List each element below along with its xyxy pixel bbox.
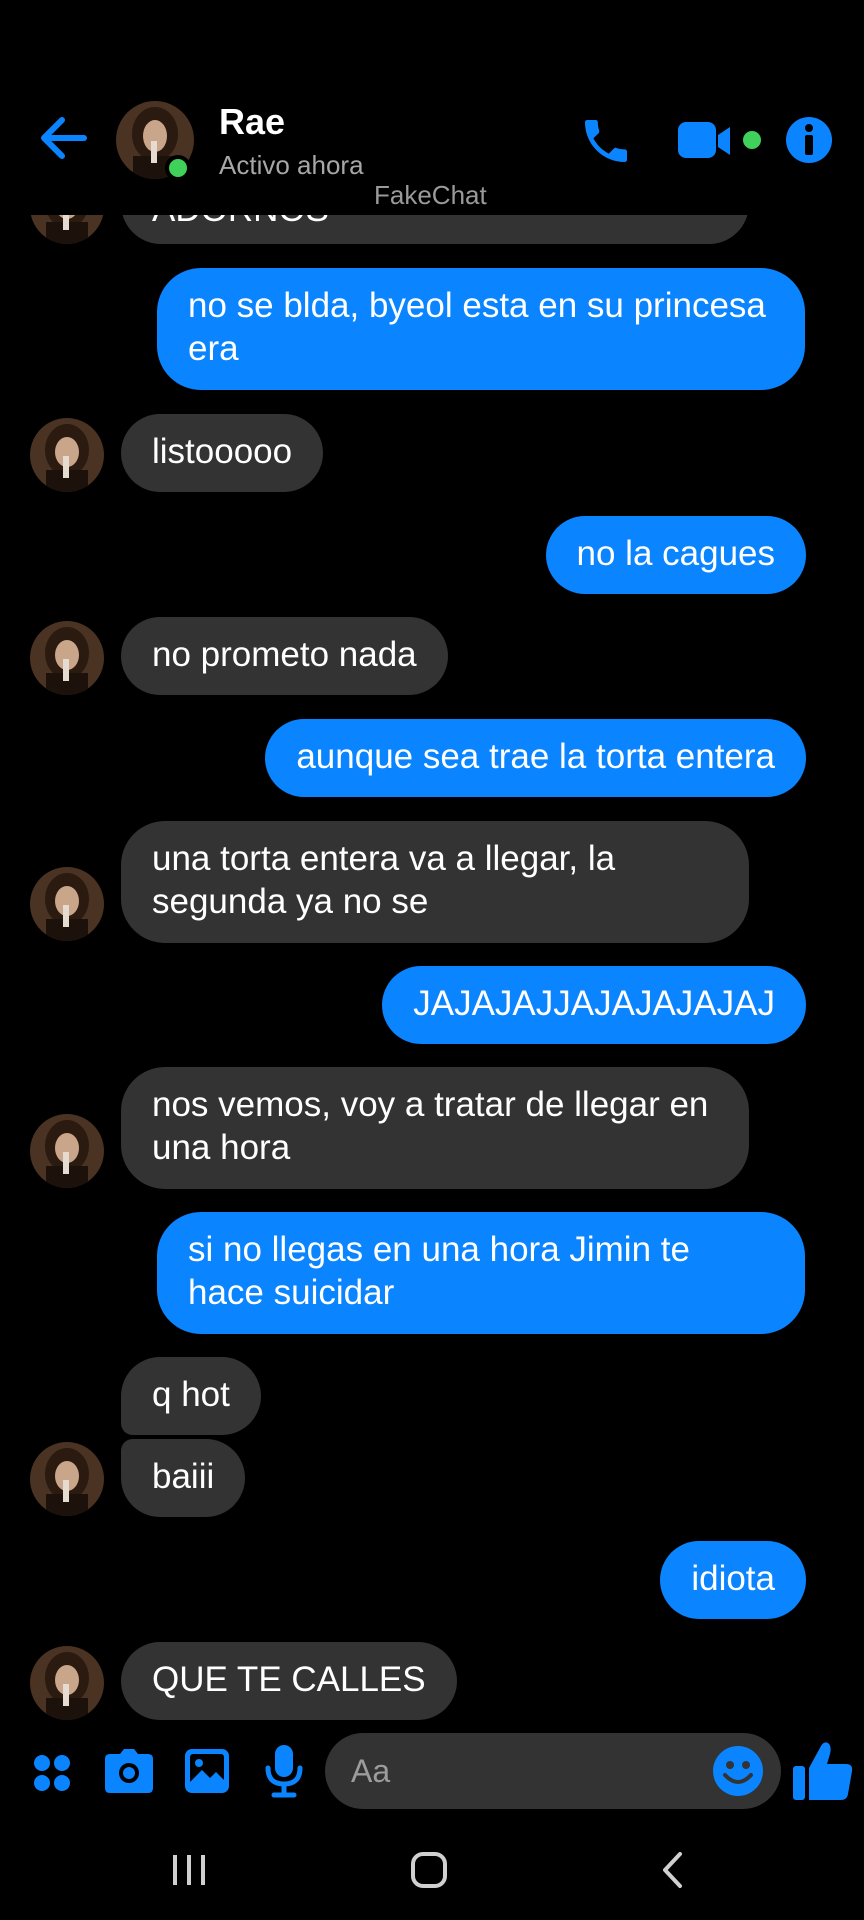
contact-avatar[interactable] (30, 1442, 104, 1516)
contact-avatar[interactable] (30, 418, 104, 492)
microphone-icon[interactable] (264, 1744, 304, 1798)
message-bubble-incoming[interactable]: baiii (121, 1439, 246, 1517)
message-bubble-incoming[interactable]: listooooo (121, 414, 324, 492)
message-bubble-outgoing[interactable]: no se blda, byeol esta en su princesa er… (157, 268, 805, 390)
back-icon[interactable] (658, 1851, 688, 1889)
message-bubble-incoming[interactable]: no prometo nada (121, 617, 448, 695)
contact-avatar[interactable] (30, 621, 104, 695)
message-bubble-outgoing[interactable]: aunque sea trae la torta entera (265, 719, 806, 797)
back-arrow-icon[interactable] (38, 112, 90, 164)
message-bubble-outgoing[interactable]: JAJAJAJJAJAJAJAJAJ (382, 966, 806, 1044)
watermark: FakeChat (374, 180, 487, 210)
online-status-indicator (165, 155, 191, 181)
thumbs-up-icon[interactable] (792, 1740, 854, 1802)
contact-name[interactable]: Rae (219, 101, 285, 143)
camera-icon[interactable] (104, 1748, 154, 1794)
contact-avatar[interactable] (30, 867, 104, 941)
recent-apps-icon[interactable] (170, 1853, 208, 1887)
info-icon[interactable] (784, 115, 834, 165)
contact-avatar[interactable] (30, 1114, 104, 1188)
message-bubble-outgoing[interactable]: no la cagues (545, 516, 806, 594)
phone-icon[interactable] (578, 113, 634, 169)
home-icon[interactable] (410, 1851, 448, 1889)
message-bubble-outgoing[interactable]: idiota (660, 1541, 806, 1619)
message-bubble-incoming[interactable]: QUE TE CALLES (121, 1642, 457, 1720)
emoji-icon[interactable] (712, 1745, 764, 1797)
chat-header: Rae Activo ahora FakeChat (0, 0, 864, 215)
contact-avatar[interactable] (30, 1646, 104, 1720)
contact-status: Activo ahora (219, 150, 364, 180)
message-bubble-incoming[interactable]: nos vemos, voy a tratar de llegar en una… (121, 1067, 749, 1189)
gallery-image-icon[interactable] (184, 1748, 230, 1794)
message-bubble-incoming[interactable]: q hot (121, 1357, 261, 1435)
apps-grid-icon[interactable] (32, 1753, 72, 1793)
message-bubble-outgoing[interactable]: si no llegas en una hora Jimin te hace s… (157, 1212, 805, 1334)
message-bubble-incoming[interactable]: una torta entera va a llegar, la segunda… (121, 821, 749, 943)
video-camera-icon[interactable] (676, 116, 766, 166)
